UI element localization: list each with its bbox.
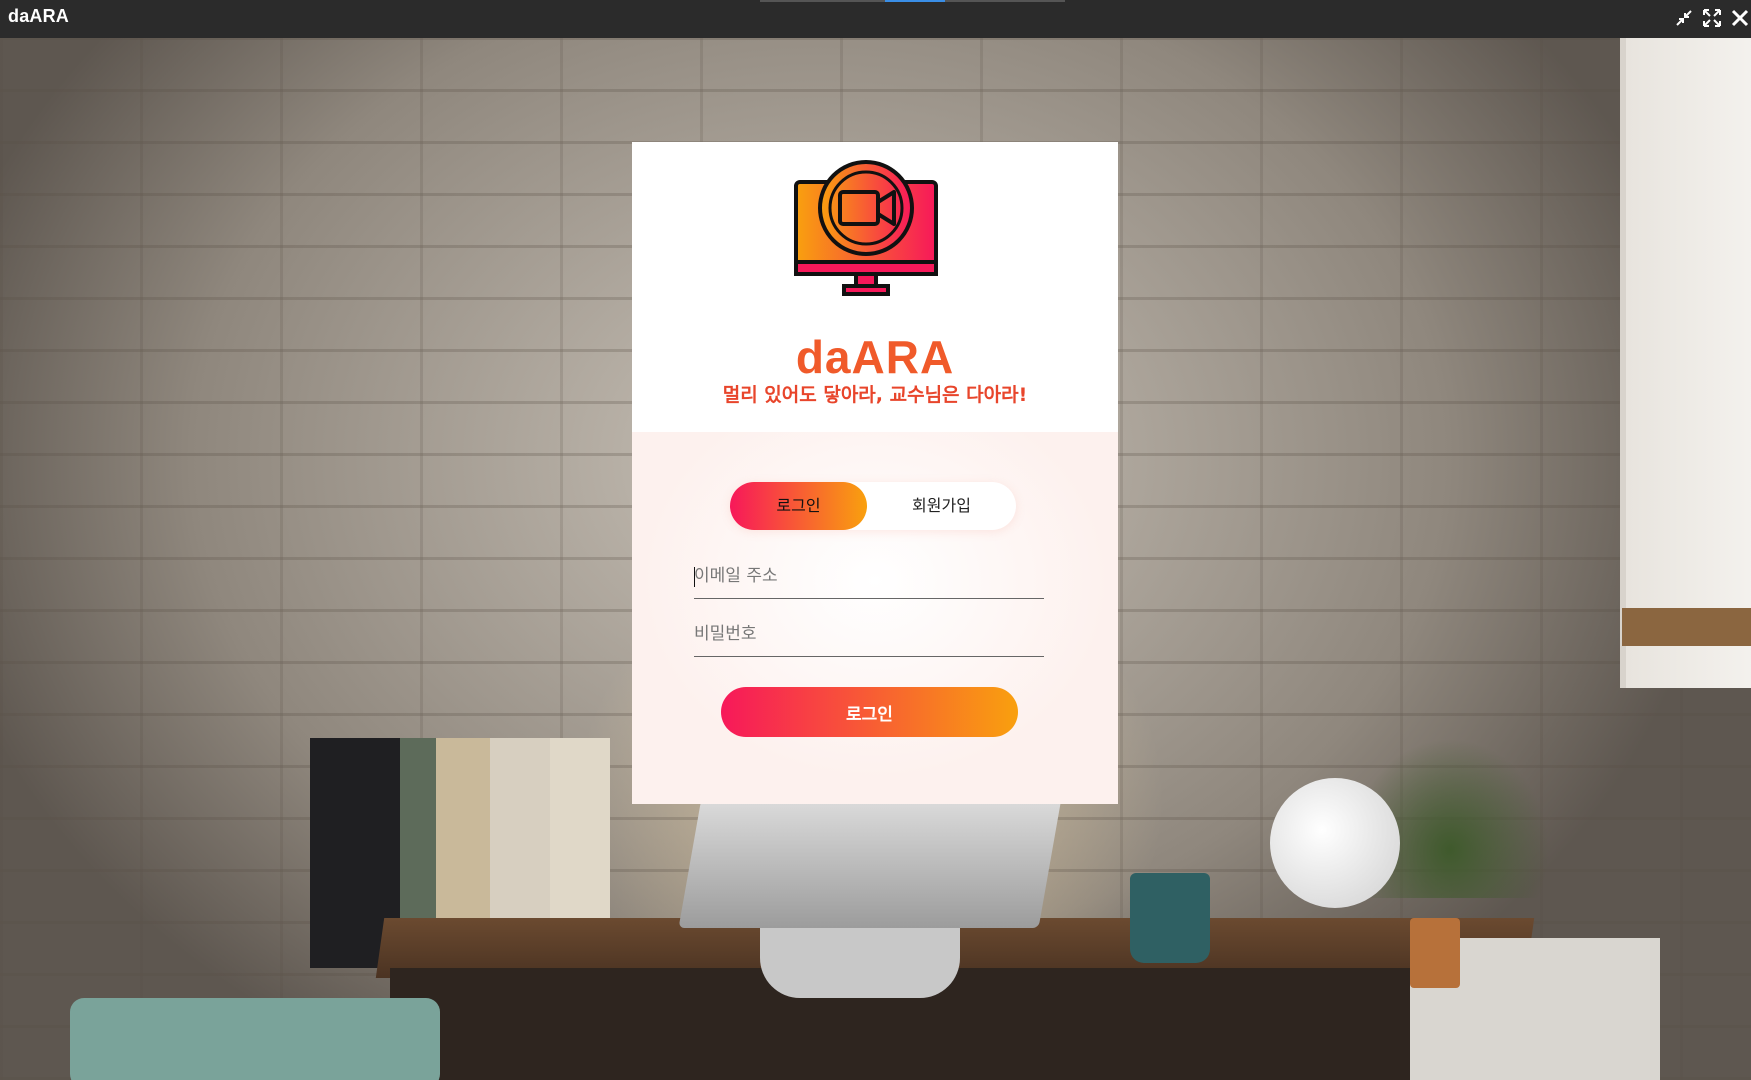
close-icon — [1731, 9, 1749, 27]
login-form: 로그인 회원가입 로그인 — [632, 432, 1118, 804]
desk-shadow — [390, 968, 1550, 1080]
monitor-video-camera-icon — [794, 160, 938, 296]
pencil-cup — [1410, 918, 1460, 988]
logo-area: daARA 멀리 있어도 닿아라, 교수님은 다아라! — [632, 142, 1118, 432]
window-titlebar: daARA — [0, 0, 1751, 38]
laptop — [678, 798, 1062, 928]
email-field[interactable] — [694, 554, 1044, 599]
password-field[interactable] — [694, 612, 1044, 657]
text-caret — [694, 567, 695, 587]
login-button[interactable]: 로그인 — [721, 687, 1018, 737]
maximize-button[interactable] — [1701, 6, 1723, 30]
brand-slogan: 멀리 있어도 닿아라, 교수님은 다아라! — [722, 384, 1028, 406]
brand-name: daARA — [795, 331, 955, 383]
mug — [1130, 873, 1210, 963]
login-card: daARA 멀리 있어도 닿아라, 교수님은 다아라! 로그인 회원가입 로그인 — [632, 142, 1118, 804]
window-sill — [1622, 608, 1751, 646]
window-title: daARA — [8, 6, 70, 26]
minimize-icon — [1676, 10, 1692, 26]
auth-tabs: 로그인 회원가입 — [730, 482, 1016, 530]
tab-login[interactable]: 로그인 — [730, 482, 867, 530]
laptop-stand — [760, 918, 960, 998]
window-frame — [1620, 38, 1751, 688]
maximize-icon — [1703, 9, 1721, 27]
loading-indicator — [760, 0, 1065, 2]
minimize-button[interactable] — [1673, 6, 1695, 30]
globe — [1270, 778, 1400, 908]
close-button[interactable] — [1729, 6, 1751, 30]
typewriter — [70, 998, 440, 1080]
window-controls — [1673, 6, 1751, 30]
tab-signup[interactable]: 회원가입 — [867, 482, 1016, 530]
